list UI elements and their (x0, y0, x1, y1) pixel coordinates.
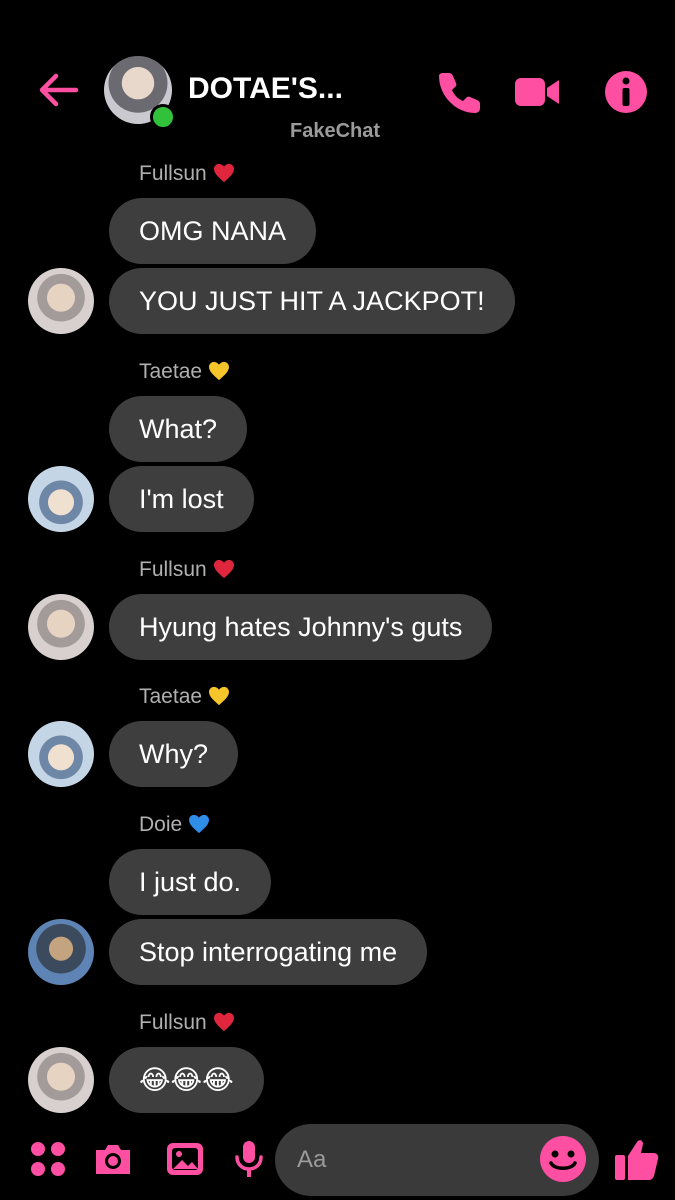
sender-name: Taetae (139, 685, 230, 709)
message-bubble[interactable]: Why? (109, 721, 239, 787)
camera-button[interactable] (92, 1138, 134, 1180)
video-call-button[interactable] (513, 68, 561, 116)
avatar[interactable] (28, 919, 94, 985)
chat-avatar[interactable] (104, 56, 176, 130)
sender-name: Doie (139, 813, 210, 837)
message-bubble[interactable]: 😂😂😂 (109, 1047, 264, 1113)
thumbs-up-button[interactable] (612, 1134, 662, 1184)
sender-name: Fullsun (139, 558, 235, 582)
microphone-button[interactable] (228, 1138, 270, 1180)
info-button[interactable] (602, 68, 650, 116)
sender-name: Fullsun (139, 162, 235, 186)
red-heart-icon (213, 1012, 234, 1032)
message-bubble[interactable]: I'm lost (109, 466, 254, 532)
message-bubble[interactable]: Stop interrogating me (109, 919, 428, 985)
message-bubble[interactable]: YOU JUST HIT A JACKPOT! (109, 268, 515, 334)
red-heart-icon (213, 163, 234, 183)
yellow-heart-icon (209, 361, 230, 381)
message-bubble[interactable]: What? (109, 396, 248, 462)
message-bubble[interactable]: I just do. (109, 849, 272, 915)
avatar[interactable] (28, 594, 94, 660)
message-bubble[interactable]: OMG NANA (109, 198, 317, 264)
watermark-label: FakeChat (290, 120, 381, 142)
message-bubble[interactable]: Hyung hates Johnny's guts (109, 594, 493, 660)
gallery-button[interactable] (164, 1138, 206, 1180)
avatar[interactable] (28, 268, 94, 334)
red-heart-icon (213, 559, 234, 579)
sender-name: Fullsun (139, 1011, 235, 1035)
chat-title[interactable]: DOTAE'S... (188, 72, 343, 106)
yellow-heart-icon (209, 686, 230, 706)
sender-name: Taetae (139, 360, 230, 384)
blue-heart-icon (189, 814, 210, 834)
phone-call-button[interactable] (436, 68, 484, 116)
avatar[interactable] (28, 721, 94, 787)
back-button[interactable] (36, 68, 80, 112)
online-status-dot (150, 104, 176, 130)
menu-dots-button[interactable] (28, 1138, 70, 1180)
avatar[interactable] (28, 466, 94, 532)
chat-header: DOTAE'S... FakeChat (0, 0, 675, 160)
emoji-button[interactable] (538, 1134, 588, 1184)
avatar[interactable] (28, 1047, 94, 1113)
